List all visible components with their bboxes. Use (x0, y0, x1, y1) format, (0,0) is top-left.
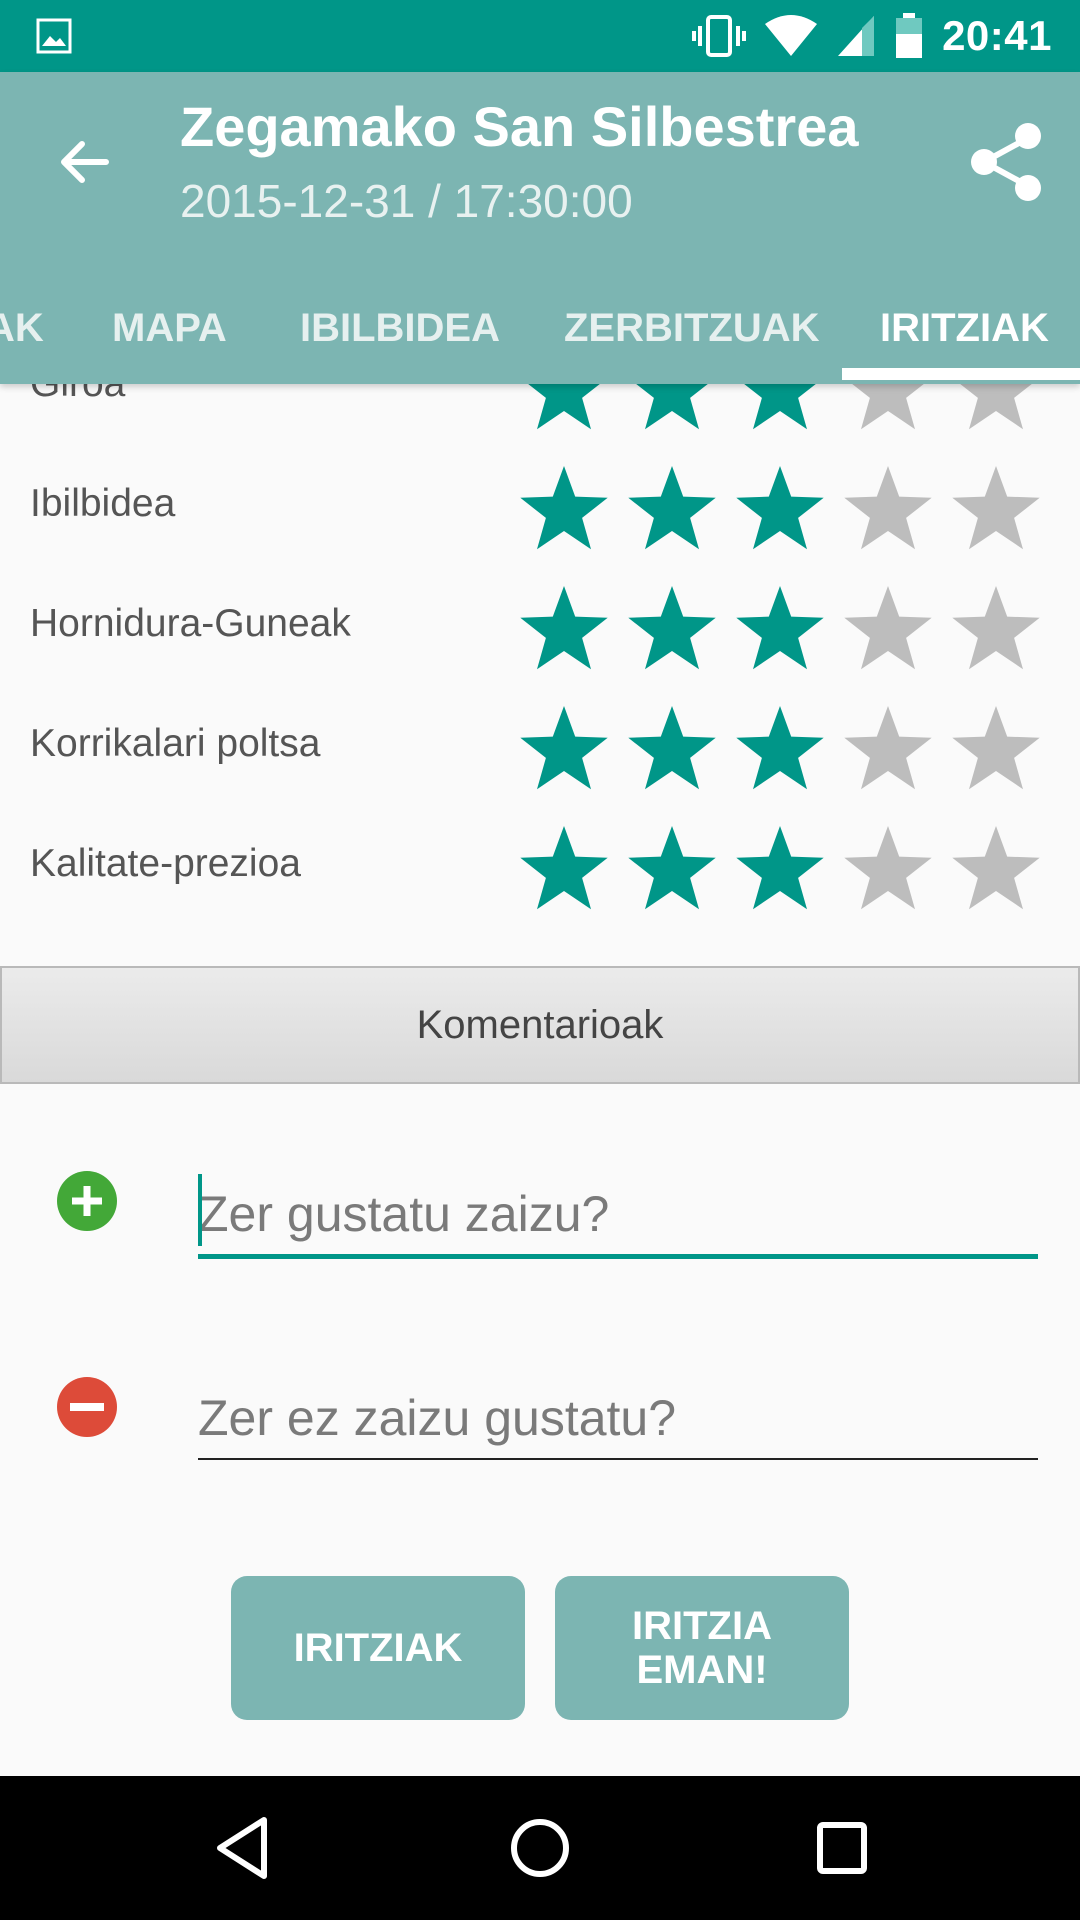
rating-label: Korrikalari poltsa (30, 722, 321, 765)
page-title: Zegamako San Silbestrea (180, 95, 859, 158)
star-filled-icon[interactable] (624, 824, 720, 914)
star-empty-icon[interactable] (948, 824, 1044, 914)
rating-row: Giroa (0, 384, 1080, 444)
star-filled-icon[interactable] (732, 464, 828, 554)
star-filled-icon[interactable] (624, 384, 720, 434)
tab-zerbitzuak[interactable]: ZERBITZUAK (564, 276, 820, 380)
give-review-button[interactable]: IRITZIA EMAN! (555, 1576, 849, 1720)
star-filled-icon[interactable] (516, 824, 612, 914)
nav-home-icon[interactable] (508, 1812, 572, 1884)
navigation-bar (0, 1776, 1080, 1920)
back-arrow-icon[interactable] (56, 134, 112, 190)
star-empty-icon[interactable] (840, 384, 936, 434)
star-filled-icon[interactable] (732, 824, 828, 914)
star-filled-icon[interactable] (516, 464, 612, 554)
tab-iritziak[interactable]: IRITZIAK (880, 276, 1049, 380)
text-cursor (198, 1174, 202, 1246)
star-empty-icon[interactable] (840, 464, 936, 554)
disliked-input[interactable] (198, 1378, 1038, 1458)
star-filled-icon[interactable] (732, 704, 828, 794)
minus-circle-icon (57, 1377, 117, 1437)
star-empty-icon[interactable] (840, 584, 936, 674)
tab-ibilbidea[interactable]: IBILBIDEA (300, 276, 500, 380)
star-empty-icon[interactable] (948, 704, 1044, 794)
tab-mapa[interactable]: MAPA (112, 276, 227, 380)
clock: 20:41 (942, 12, 1052, 59)
star-filled-icon[interactable] (516, 704, 612, 794)
wifi-icon (765, 15, 818, 56)
vibrate-icon (692, 15, 747, 57)
star-filled-icon[interactable] (624, 584, 720, 674)
rating-label: Giroa (30, 384, 125, 444)
signal-icon (838, 16, 875, 56)
star-filled-icon[interactable] (624, 704, 720, 794)
nav-recents-icon[interactable] (812, 1812, 872, 1884)
star-filled-icon[interactable] (624, 464, 720, 554)
ratings-list: Giroa Ibilbidea Hornidura-Guneak Korrika… (0, 384, 1080, 966)
liked-input[interactable] (198, 1174, 1038, 1254)
rating-row: Kalitate-prezioa (0, 804, 1080, 924)
tab-indicator (842, 368, 1080, 380)
reviews-button[interactable]: IRITZIAK (231, 1576, 525, 1720)
star-filled-icon[interactable] (732, 384, 828, 434)
rating-row: Ibilbidea (0, 444, 1080, 564)
star-empty-icon[interactable] (840, 704, 936, 794)
nav-back-icon[interactable] (212, 1812, 272, 1884)
rating-row: Hornidura-Guneak (0, 564, 1080, 684)
plus-circle-icon (57, 1171, 117, 1231)
star-empty-icon[interactable] (948, 384, 1044, 434)
status-bar: 20:41 (0, 0, 1080, 72)
share-icon[interactable] (968, 120, 1044, 204)
star-empty-icon[interactable] (840, 824, 936, 914)
rating-row: Korrikalari poltsa (0, 684, 1080, 804)
app-bar: Zegamako San Silbestrea 2015-12-31 / 17:… (0, 72, 1080, 384)
page-subtitle: 2015-12-31 / 17:30:00 (180, 175, 633, 227)
give-review-label-line1: IRITZIA (632, 1604, 772, 1648)
rating-label: Kalitate-prezioa (30, 842, 301, 885)
star-filled-icon[interactable] (732, 584, 828, 674)
reviews-button-label: IRITZIAK (293, 1626, 463, 1670)
comments-header: Komentarioak (0, 966, 1080, 1084)
battery-icon (896, 13, 923, 58)
image-icon (36, 18, 72, 54)
star-empty-icon[interactable] (948, 584, 1044, 674)
rating-label: Hornidura-Guneak (30, 602, 351, 645)
rating-label: Ibilbidea (30, 482, 176, 525)
star-empty-icon[interactable] (948, 464, 1044, 554)
star-filled-icon[interactable] (516, 584, 612, 674)
give-review-label-line2: EMAN! (636, 1648, 768, 1692)
star-filled-icon[interactable] (516, 384, 612, 434)
tab-ak[interactable]: AK (0, 276, 44, 380)
liked-input-underline (198, 1254, 1038, 1259)
disliked-input-underline (198, 1458, 1038, 1460)
